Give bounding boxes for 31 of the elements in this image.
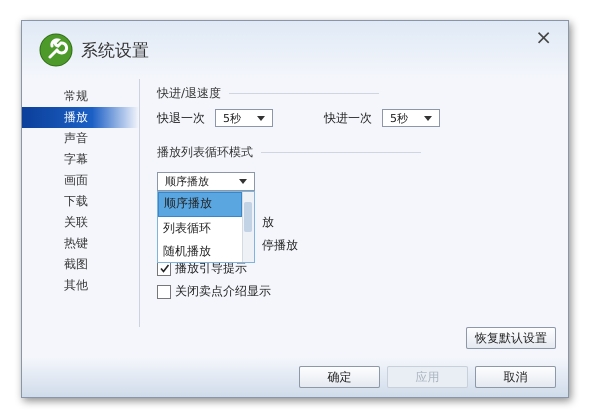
restore-defaults-button[interactable]: 恢复默认设置 [466, 327, 556, 349]
field-label: 快退一次 [157, 110, 205, 126]
window-title: 系统设置 [81, 40, 149, 62]
speed-dropdown[interactable]: 5秒 [215, 109, 273, 127]
option-label: 关闭卖点介绍显示 [175, 283, 271, 300]
sidebar-item[interactable]: 关联 [22, 212, 139, 233]
scrollbar[interactable] [242, 192, 254, 262]
option-label: 放 [262, 214, 274, 231]
sidebar-item[interactable]: 播放 [22, 107, 139, 128]
dialog-button[interactable]: 确定 [299, 366, 380, 388]
wrench-icon [39, 33, 73, 67]
loop-mode-dropdown[interactable]: 顺序播放 [157, 172, 255, 191]
sidebar-item[interactable]: 声音 [22, 128, 139, 149]
sidebar-item[interactable]: 其他 [22, 275, 139, 296]
sidebar-item[interactable]: 截图 [22, 254, 139, 275]
dialog-button[interactable]: 取消 [475, 366, 556, 388]
section-title: 快进/退速度 [157, 85, 222, 102]
close-button[interactable]: × [531, 25, 556, 49]
sidebar-item[interactable]: 画面 [22, 170, 139, 191]
sidebar-item[interactable]: 热键 [22, 233, 139, 254]
dropdown-option[interactable]: 列表循环 [158, 217, 242, 240]
option-label: 停播放 [262, 237, 298, 254]
dropdown-option[interactable]: 顺序播放 [158, 192, 242, 217]
checkbox[interactable] [157, 284, 171, 298]
sidebar-item[interactable]: 下载 [22, 191, 139, 212]
sidebar-item[interactable]: 字幕 [22, 149, 139, 170]
sidebar-item[interactable]: 常规 [22, 86, 139, 107]
field-label: 快进一次 [324, 110, 372, 126]
section-title: 播放列表循环模式 [157, 144, 253, 161]
speed-dropdown[interactable]: 5秒 [382, 109, 440, 127]
dropdown-option[interactable]: 随机播放 [158, 240, 242, 263]
